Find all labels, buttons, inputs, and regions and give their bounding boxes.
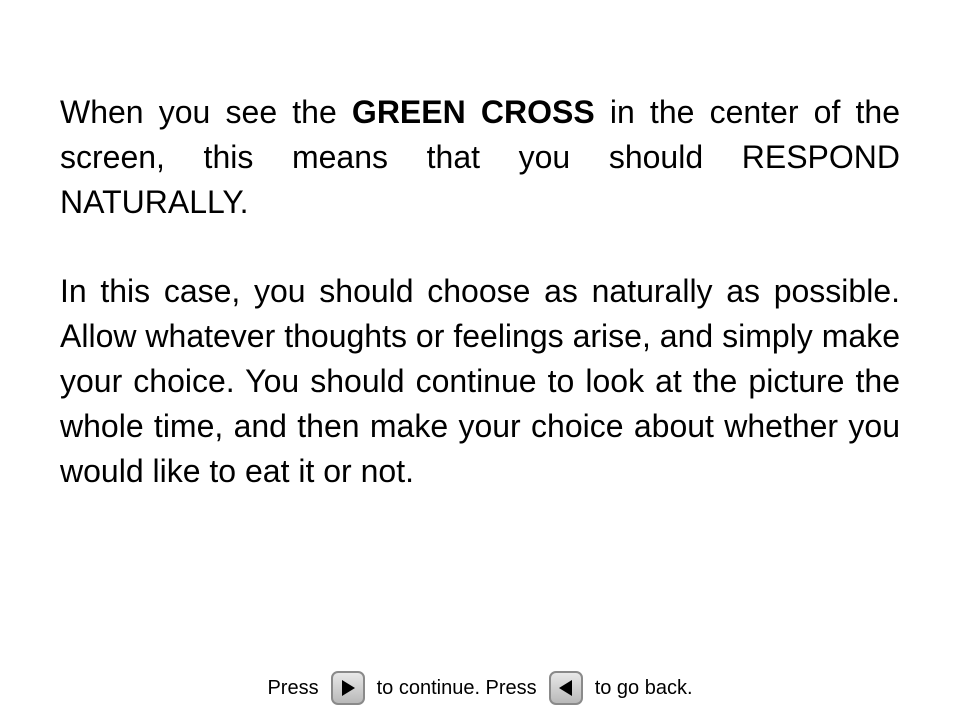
play-left-icon bbox=[558, 680, 572, 696]
footer-back-label: to go back. bbox=[594, 676, 693, 699]
instruction-text: When you see the GREEN CROSS in the cent… bbox=[60, 90, 900, 494]
p1-lead-text: When you see the bbox=[60, 94, 352, 130]
instruction-paragraph-1: When you see the GREEN CROSS in the cent… bbox=[60, 90, 900, 225]
instruction-paragraph-2: In this case, you should choose as natur… bbox=[60, 273, 900, 489]
footer-continue-label: to continue. Press bbox=[376, 676, 537, 699]
back-button[interactable] bbox=[548, 671, 583, 705]
green-cross-emphasis: GREEN CROSS bbox=[351, 94, 595, 130]
footer-press-label: Press bbox=[267, 676, 319, 699]
continue-button[interactable] bbox=[330, 671, 365, 705]
navigation-footer: Press to continue. Press to go back. bbox=[0, 668, 960, 708]
play-right-icon bbox=[341, 680, 355, 696]
